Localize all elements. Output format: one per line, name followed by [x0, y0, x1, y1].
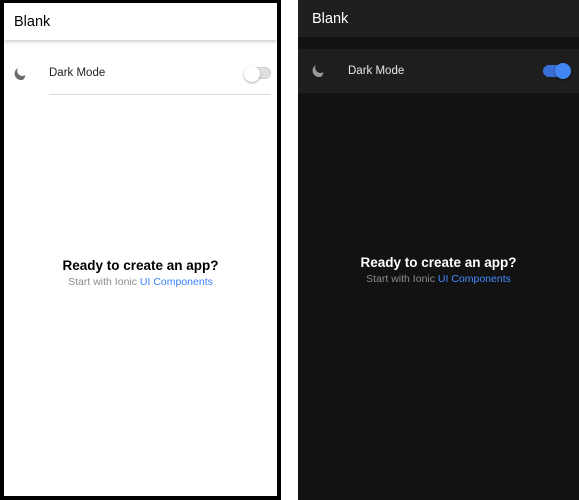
page-title: Blank	[312, 10, 349, 27]
dark-mode-setting-item[interactable]: Dark Mode	[298, 49, 579, 93]
toggle-knob	[244, 66, 260, 82]
item-inner: Dark Mode	[49, 52, 271, 95]
dark-mode-toggle[interactable]	[543, 63, 571, 79]
toggle-knob	[555, 63, 571, 79]
page-title: Blank	[14, 13, 51, 30]
empty-state-subtext: Start with Ionic UI Components	[298, 272, 579, 286]
empty-state-heading: Ready to create an app?	[62, 258, 219, 273]
moon-icon	[14, 67, 26, 80]
toolbar: Blank	[4, 3, 277, 40]
dark-mode-screen: Blank Dark Mode Ready to create an app? …	[298, 0, 579, 500]
empty-state-subtext: Start with Ionic UI Components	[4, 275, 277, 289]
light-mode-screen: Blank Dark Mode Ready to create an app? …	[0, 0, 281, 500]
ui-components-link[interactable]: UI Components	[140, 276, 213, 288]
empty-state: Ready to create an app? Start with Ionic…	[4, 257, 277, 289]
subtext-prefix: Start with Ionic	[68, 276, 137, 288]
moon-icon	[312, 64, 324, 77]
empty-state: Ready to create an app? Start with Ionic…	[298, 254, 579, 286]
subtext-prefix: Start with Ionic	[366, 273, 435, 285]
item-inner: Dark Mode	[348, 49, 571, 93]
dark-mode-label: Dark Mode	[348, 65, 405, 77]
toolbar: Blank	[298, 0, 579, 37]
dark-mode-toggle[interactable]	[244, 66, 271, 82]
ui-components-link[interactable]: UI Components	[438, 273, 511, 285]
comparison-stage: Blank Dark Mode Ready to create an app? …	[0, 0, 579, 500]
dark-mode-setting-item[interactable]: Dark Mode	[4, 52, 277, 95]
empty-state-heading: Ready to create an app?	[360, 255, 517, 270]
dark-mode-label: Dark Mode	[49, 67, 106, 79]
